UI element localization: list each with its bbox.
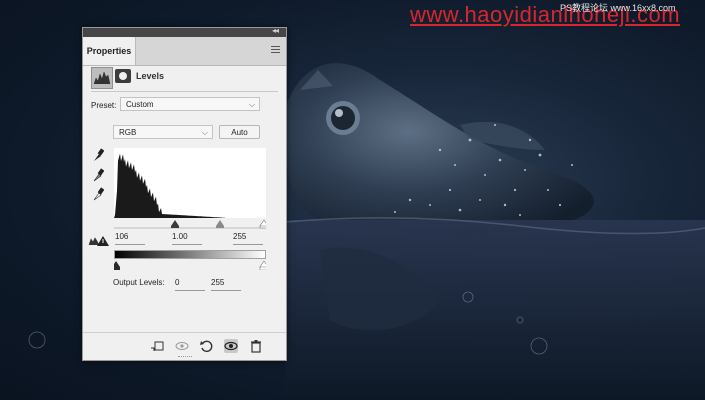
preset-label: Preset: bbox=[91, 101, 117, 110]
chevron-down-icon: ⌵ bbox=[248, 100, 255, 109]
levels-histogram bbox=[114, 148, 266, 218]
layer-mask-icon[interactable] bbox=[115, 69, 131, 83]
preset-value: Custom bbox=[126, 100, 154, 109]
panel-tab-row: Properties bbox=[83, 37, 286, 66]
collapse-icon[interactable]: ◂◂ bbox=[272, 26, 279, 35]
clipping-warning-icon[interactable] bbox=[88, 235, 110, 247]
chevron-down-icon: ⌵ bbox=[201, 128, 208, 137]
adjustment-title: Levels bbox=[136, 71, 165, 81]
output-levels-label: Output Levels: bbox=[113, 278, 165, 287]
black-input-handle[interactable] bbox=[171, 220, 179, 228]
panel-bottom-toolbar bbox=[83, 332, 286, 360]
clip-to-layer-icon[interactable] bbox=[150, 339, 164, 353]
channel-value: RGB bbox=[119, 128, 137, 137]
output-black-value[interactable]: 0 bbox=[175, 278, 205, 291]
auto-button[interactable]: Auto bbox=[219, 125, 260, 139]
gamma-input-handle[interactable] bbox=[216, 220, 224, 228]
input-black-value[interactable]: 106 bbox=[115, 232, 145, 245]
output-levels-slider[interactable] bbox=[114, 260, 266, 270]
white-input-handle[interactable] bbox=[259, 219, 266, 229]
preset-dropdown[interactable]: Custom ⌵ bbox=[120, 97, 260, 111]
input-gamma-value[interactable]: 1.00 bbox=[172, 232, 202, 245]
black-point-eyedropper-icon[interactable] bbox=[92, 148, 104, 162]
resize-grip[interactable] bbox=[178, 356, 192, 360]
panel-title-bar[interactable]: ◂◂ bbox=[83, 26, 286, 37]
reset-icon[interactable] bbox=[199, 339, 213, 353]
divider bbox=[91, 91, 278, 92]
panel-menu-icon[interactable] bbox=[271, 46, 280, 54]
input-levels-slider[interactable] bbox=[114, 217, 266, 229]
channel-dropdown[interactable]: RGB ⌵ bbox=[113, 125, 213, 139]
output-white-value[interactable]: 255 bbox=[211, 278, 241, 291]
adjustment-header: Levels bbox=[91, 67, 281, 89]
visibility-eye-icon[interactable] bbox=[224, 339, 238, 353]
output-gradient-bar bbox=[114, 250, 266, 259]
black-output-handle[interactable] bbox=[114, 261, 120, 270]
white-output-handle[interactable] bbox=[259, 260, 266, 270]
view-previous-state-icon[interactable] bbox=[175, 339, 189, 353]
white-point-eyedropper-icon[interactable] bbox=[92, 187, 104, 201]
watermark-forum: PS教程论坛 www.16xx8.com bbox=[560, 3, 676, 13]
trash-icon[interactable] bbox=[249, 339, 263, 353]
tab-properties[interactable]: Properties bbox=[83, 37, 136, 65]
levels-histogram-icon[interactable] bbox=[91, 67, 113, 89]
input-white-value[interactable]: 255 bbox=[233, 232, 263, 245]
gray-point-eyedropper-icon[interactable] bbox=[92, 168, 104, 182]
properties-panel: ◂◂ Properties Levels Preset: Custom ⌵ RG… bbox=[82, 26, 287, 361]
